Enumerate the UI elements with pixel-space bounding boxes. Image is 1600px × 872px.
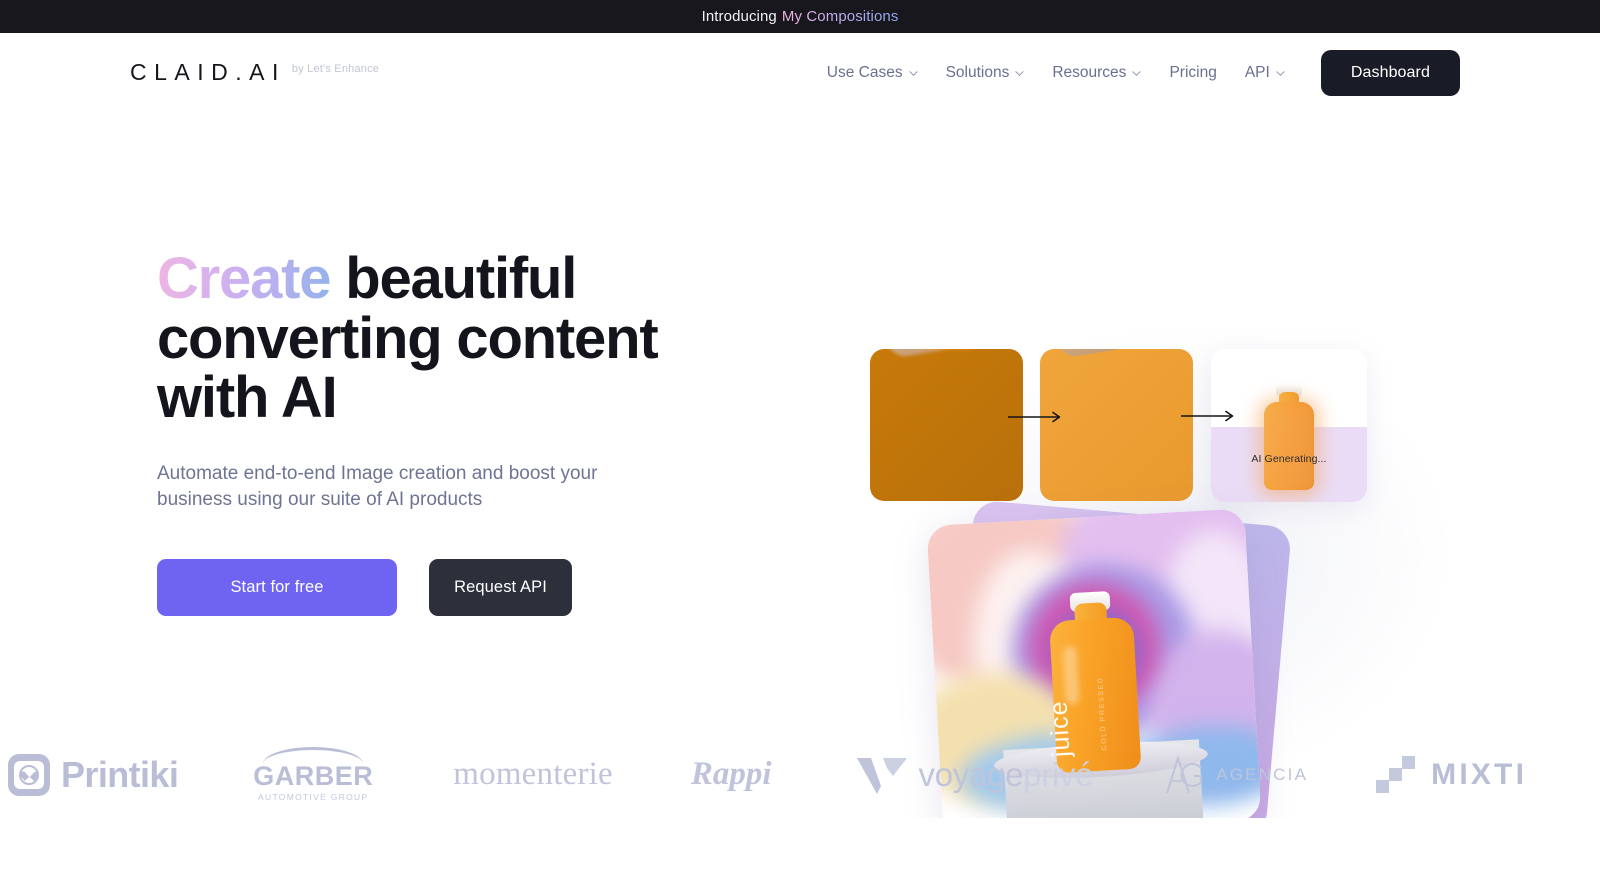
ag-monogram-icon	[1165, 754, 1207, 795]
brand-name: CLAID.AI	[130, 59, 286, 85]
logo-voyage-prive[interactable]: voyageprivé	[856, 756, 1094, 794]
logo-label-voyage-second: privé	[1023, 755, 1094, 793]
nav-item-api[interactable]: API	[1231, 56, 1299, 90]
arrow-right-icon	[1181, 410, 1239, 422]
chevron-down-icon	[908, 69, 918, 78]
hand-shape	[1040, 349, 1124, 360]
nav-label-solutions: Solutions	[945, 63, 1010, 81]
generating-blur-overlay	[1258, 398, 1320, 498]
hero-copy: Create beautiful converting content with…	[157, 249, 777, 616]
page-title: Create beautiful converting content with…	[157, 249, 777, 428]
squares-icon	[1376, 755, 1416, 794]
client-logo-bar: Printiki GARBER AUTOMOTIVE GROUP momente…	[0, 731, 1600, 818]
dashboard-button[interactable]: Dashboard	[1320, 49, 1460, 96]
logo-sublabel-garber: AUTOMOTIVE GROUP	[258, 791, 369, 802]
headline-line2: converting content	[157, 305, 659, 371]
hand-shape	[870, 349, 954, 360]
nav-item-resources[interactable]: Resources	[1038, 56, 1155, 90]
bottle-highlight	[1062, 645, 1080, 705]
announcement-highlight: My Compositions	[781, 8, 899, 25]
chevron-down-icon	[1132, 69, 1142, 78]
nav-label-use-cases: Use Cases	[826, 63, 903, 81]
v-mark-icon	[856, 756, 907, 794]
logo-rappi[interactable]: Rappi	[691, 756, 772, 793]
hero-cta-row: Start for free Request API	[157, 558, 777, 616]
hero-subtitle: Automate end-to-end Image creation and b…	[157, 463, 598, 511]
brand-logo[interactable]: CLAID.AI by Let's Enhance	[130, 61, 379, 84]
ai-generating-card[interactable]: AI Generating...	[1211, 349, 1367, 502]
headline-rest-line1: beautiful	[330, 246, 577, 311]
hero-section: Create beautiful converting content with…	[0, 112, 1600, 818]
logo-label-agencia: AGENCIA	[1216, 764, 1309, 784]
original-photo-card[interactable]: juice	[870, 349, 1023, 501]
transformation-strip: juice juice	[870, 349, 1367, 502]
logo-label-printiki: Printiki	[61, 753, 179, 795]
logo-label-garber: GARBER	[253, 761, 374, 792]
request-api-button[interactable]: Request API	[429, 558, 572, 616]
arrow-right-icon	[1008, 411, 1066, 423]
nav-item-pricing[interactable]: Pricing	[1155, 56, 1230, 90]
site-header: CLAID.AI by Let's Enhance Use Cases Solu…	[0, 33, 1600, 112]
nav-label-pricing: Pricing	[1169, 63, 1217, 81]
announcement-prefix: Introducing	[701, 8, 777, 25]
logo-mixti[interactable]: MIXTI	[1376, 755, 1528, 794]
main-navigation: Use Cases Solutions Resources Pricing AP…	[813, 49, 1460, 96]
logo-label-mixti: MIXTI	[1431, 757, 1528, 791]
ai-generating-label: AI Generating...	[1251, 453, 1327, 466]
logo-garber[interactable]: GARBER AUTOMOTIVE GROUP	[253, 747, 374, 802]
brand-tagline: by Let's Enhance	[291, 63, 380, 75]
headline-line3: with AI	[157, 365, 338, 431]
logo-agencia[interactable]: AGENCIA	[1165, 754, 1309, 795]
chevron-down-icon	[1015, 69, 1024, 78]
camera-heart-icon	[8, 753, 50, 796]
nav-label-resources: Resources	[1052, 63, 1127, 81]
nav-label-api: API	[1244, 63, 1270, 81]
logo-label-voyage: voyageprivé	[919, 756, 1094, 794]
logo-printiki[interactable]: Printiki	[8, 753, 179, 796]
nav-item-use-cases[interactable]: Use Cases	[813, 56, 932, 90]
logo-label-voyage-main: voyage	[918, 755, 1024, 793]
logo-momenterie[interactable]: momenterie	[453, 756, 613, 793]
chevron-down-icon	[1276, 69, 1285, 78]
enhanced-photo-card[interactable]: juice	[1040, 349, 1193, 501]
nav-item-solutions[interactable]: Solutions	[932, 56, 1039, 90]
announcement-banner[interactable]: Introducing My Compositions	[0, 0, 1600, 33]
start-for-free-button[interactable]: Start for free	[157, 558, 397, 616]
headline-gradient-word: Create	[157, 246, 332, 311]
